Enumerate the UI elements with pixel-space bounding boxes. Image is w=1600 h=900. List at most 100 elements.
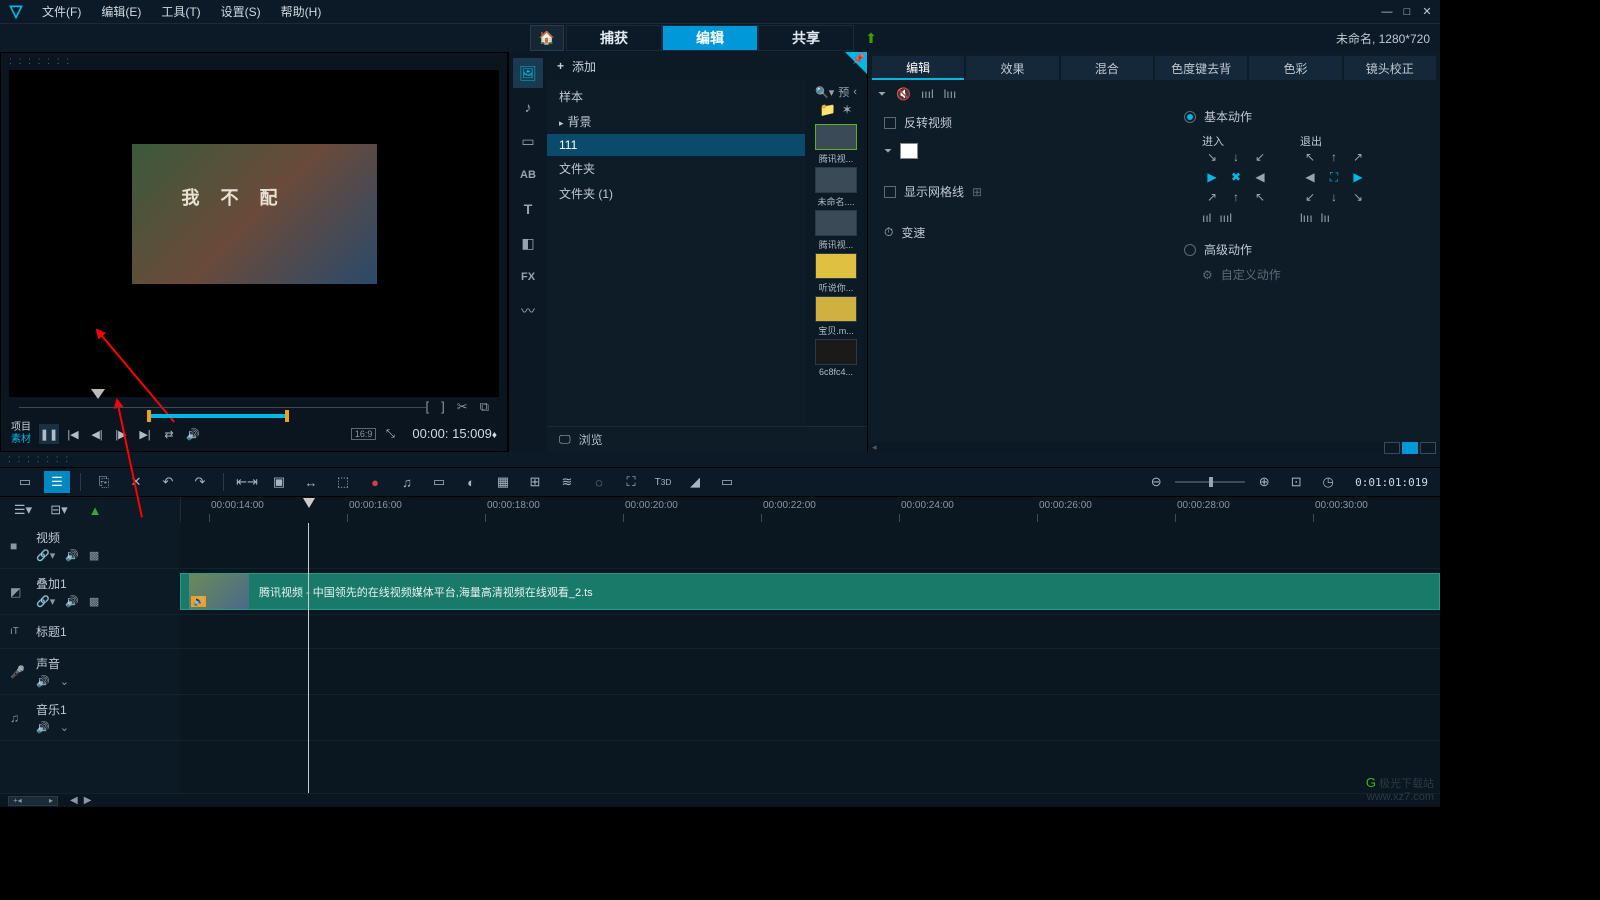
mute-icon[interactable]: 🔊 (36, 675, 50, 688)
screen-capture-button[interactable]: ▭ (714, 471, 740, 493)
mode-material-label[interactable]: 素材 (11, 434, 31, 446)
timecode-display[interactable]: 00:00: 15:009♦ (412, 426, 497, 442)
audio-mixer-button[interactable]: ♫ (394, 471, 420, 493)
preview-canvas[interactable] (9, 70, 499, 397)
loop-button[interactable]: ⇄ (159, 424, 179, 444)
zoom-in-button[interactable]: ⊕ (1251, 471, 1277, 493)
fx-icon[interactable]: ▩ (89, 549, 99, 562)
scrub-playhead[interactable] (91, 389, 105, 403)
fadeout-icon[interactable]: lııı (944, 87, 957, 101)
pan-zoom-button[interactable]: ↔ (298, 471, 324, 493)
goto-end-button[interactable]: ▶| (135, 424, 155, 444)
track-lane-music[interactable] (180, 695, 1440, 741)
menu-help[interactable]: 帮助(H) (271, 3, 332, 20)
opt-tab-blend[interactable]: 混合 (1061, 56, 1153, 80)
grid-checkbox[interactable] (884, 186, 896, 198)
mask-button[interactable]: ⛶ (618, 471, 644, 493)
nav-prev-icon[interactable]: ◀ (70, 795, 78, 806)
link-icon[interactable]: 🔗▾ (36, 595, 55, 608)
trim-range[interactable] (149, 414, 287, 418)
folder-111[interactable]: 111 (547, 134, 805, 156)
crop-button[interactable]: ▣ (266, 471, 292, 493)
opt-tab-edit[interactable]: 编辑 (872, 56, 964, 80)
fx-icon[interactable]: ▩ (89, 595, 99, 608)
track-lane-overlay[interactable]: 腾讯视频 - 中国领先的在线视频媒体平台,海量高清视频在线观看_2.ts (180, 569, 1440, 615)
subtitle-button[interactable]: ▭ (426, 471, 452, 493)
fadein-icon[interactable]: ıııl (921, 87, 934, 101)
lib-path-icon[interactable]: 〰 (513, 296, 543, 326)
maximize-button[interactable]: □ (1398, 5, 1416, 19)
mark-out-icon[interactable]: ] (441, 399, 445, 415)
thumb-item[interactable]: 6c8fc4... (812, 339, 860, 377)
mute-icon[interactable]: 🔇 (896, 87, 911, 101)
tab-share[interactable]: 共享 (758, 25, 854, 51)
track-lane-video[interactable] (180, 523, 1440, 569)
opt-tab-chroma[interactable]: 色度键去背 (1155, 56, 1247, 80)
thumb-item[interactable]: 未命名.... (812, 167, 860, 208)
lib-title-icon[interactable]: AB (513, 160, 543, 190)
timeline-timecode[interactable]: 0:01:01:019 (1355, 476, 1428, 489)
mute-icon[interactable]: 🔊 (65, 549, 79, 562)
multi-cam-button[interactable]: ▦ (490, 471, 516, 493)
track-lane-title[interactable] (180, 615, 1440, 649)
split-icon[interactable]: ✂ (457, 399, 468, 415)
opt-tab-effect[interactable]: 效果 (966, 56, 1058, 80)
view-mode-3[interactable] (1420, 442, 1436, 454)
lib-transition-icon[interactable]: ▭ (513, 126, 543, 156)
speed-button[interactable]: 变速 (901, 224, 925, 241)
prev-frame-button[interactable]: ◀| (87, 424, 107, 444)
view-mode-1[interactable] (1384, 442, 1400, 454)
paint-button[interactable]: ◢ (682, 471, 708, 493)
aspect-ratio-badge[interactable]: 16:9 (351, 428, 377, 440)
add-button[interactable]: 添加 (572, 58, 596, 75)
mute-icon[interactable]: 🔊 (65, 595, 79, 608)
menu-edit[interactable]: 编辑(E) (91, 3, 151, 20)
timeline-scrollbar[interactable]: +◂▸ (8, 796, 58, 806)
view-mode-2[interactable] (1402, 442, 1418, 454)
undo-button[interactable]: ↶ (155, 471, 181, 493)
tracking-button[interactable]: ◌ (586, 471, 612, 493)
nav-next-icon[interactable]: ▶ (84, 795, 92, 806)
menu-settings[interactable]: 设置(S) (211, 3, 271, 20)
scrub-track[interactable] (19, 407, 426, 408)
browse-button[interactable]: 浏览 (579, 431, 603, 448)
overlay-clip[interactable]: 腾讯视频 - 中国领先的在线视频媒体平台,海量高清视频在线观看_2.ts (180, 573, 1440, 610)
zoom-out-button[interactable]: ⊖ (1143, 471, 1169, 493)
motion-button[interactable]: ≋ (554, 471, 580, 493)
advanced-motion-radio[interactable] (1184, 244, 1196, 256)
minimize-button[interactable]: — (1378, 5, 1396, 19)
grid-icon[interactable]: ⊞ (972, 185, 982, 199)
chapter-button[interactable]: ◐ (458, 471, 484, 493)
3d-title-button[interactable]: T3D (650, 471, 676, 493)
lib-fx-icon[interactable]: FX (513, 262, 543, 292)
fade-out-icon2[interactable]: lıı (1321, 211, 1330, 225)
color-dropdown-icon[interactable]: ⏷ (884, 146, 892, 157)
zoom-slider[interactable] (1175, 481, 1245, 483)
timeline-ruler[interactable]: 00:00:14:00 00:00:16:00 00:00:18:00 00:0… (180, 497, 1440, 523)
volume-button[interactable]: 🔊 (183, 424, 203, 444)
track-lane-voice[interactable] (180, 649, 1440, 695)
lib-overlay-icon[interactable]: ◧ (513, 228, 543, 258)
basic-motion-radio[interactable] (1184, 111, 1196, 123)
folder-folder[interactable]: 文件夹 (547, 156, 805, 181)
grid-button[interactable]: ⊞ (522, 471, 548, 493)
thumb-item[interactable]: 腾讯视... (812, 124, 860, 165)
enter-direction-grid[interactable]: ↘↓↙ ▶✖◀ ↗↑↖ (1202, 149, 1270, 205)
track-area[interactable]: 腾讯视频 - 中国领先的在线视频媒体平台,海量高清视频在线观看_2.ts (180, 523, 1440, 793)
track-expand-icon[interactable]: ▲ (82, 499, 108, 521)
track-header-overlay[interactable]: ◩ 叠加1 🔗▾🔊▩ (0, 569, 180, 615)
menu-file[interactable]: 文件(F) (32, 3, 91, 20)
ruler-playhead[interactable] (303, 498, 315, 508)
track-header-title[interactable]: ıT 标题1 (0, 615, 180, 649)
timeline-view-button[interactable]: ☰ (44, 471, 70, 493)
redo-button[interactable]: ↷ (187, 471, 213, 493)
lib-media-icon[interactable]: 🖼 (513, 58, 543, 88)
transform-button[interactable]: ⬚ (330, 471, 356, 493)
fade-in-icon[interactable]: ııl (1202, 211, 1211, 225)
copy-button[interactable]: ⎘ (91, 471, 117, 493)
goto-start-button[interactable]: |◀ (63, 424, 83, 444)
mode-project-label[interactable]: 项目 (11, 422, 31, 434)
thumb-item[interactable]: 腾讯视... (812, 210, 860, 251)
snapshot-icon[interactable]: ⧉ (480, 399, 489, 415)
reverse-checkbox[interactable] (884, 117, 896, 129)
